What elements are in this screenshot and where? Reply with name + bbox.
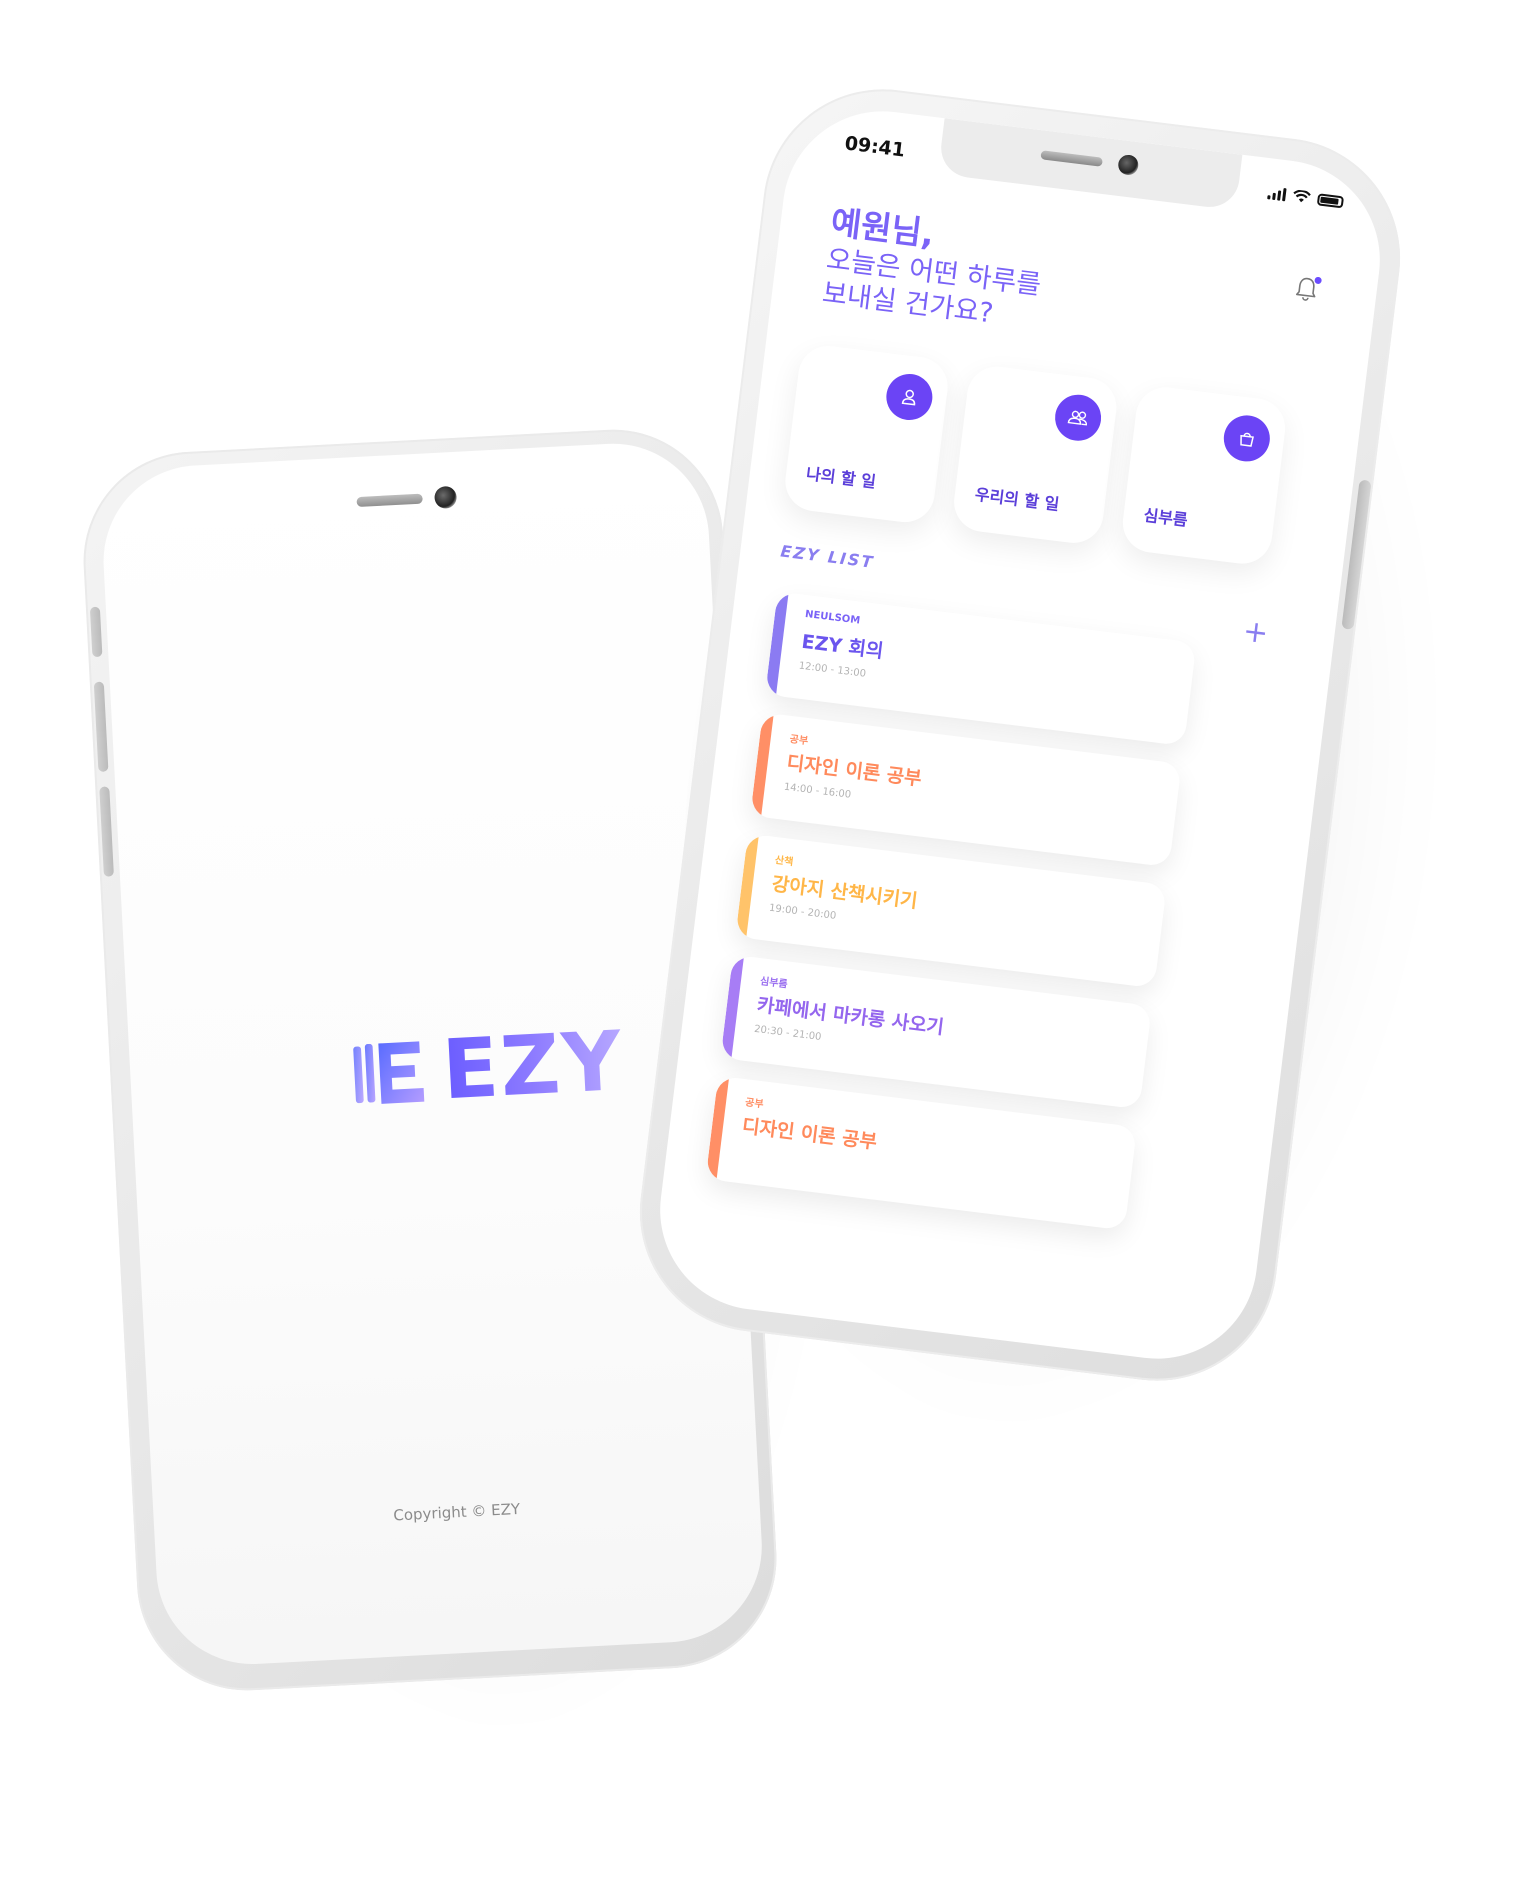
task-time: 20:30 - 21:00: [753, 1023, 822, 1043]
task-time: 19:00 - 20:00: [768, 902, 837, 922]
copyright-text: Copyright © EZY: [392, 1499, 521, 1525]
greeting: 예원님, 오늘은 어떤 하루를 보내실 건가요?: [820, 201, 1048, 336]
category-card-our-tasks[interactable]: 우리의 할 일: [950, 363, 1120, 547]
notch-speaker: [1040, 150, 1103, 167]
add-task-button[interactable]: +: [1241, 614, 1270, 652]
front-camera: [434, 485, 458, 509]
category-card-my-tasks[interactable]: 나의 할 일: [781, 342, 952, 526]
group-icon: [1052, 392, 1104, 444]
status-time: 09:41: [843, 132, 907, 162]
ezy-logo: EZY: [348, 1013, 626, 1123]
task-color-bar: [765, 591, 789, 696]
category-label: 나의 할 일: [805, 464, 877, 492]
task-time: 12:00 - 13:00: [798, 660, 867, 680]
task-category: 공부: [789, 734, 809, 748]
category-label: 심부름: [1142, 505, 1189, 530]
task-category: 산책: [774, 855, 794, 869]
task-category: NEULSOM: [804, 608, 861, 627]
task-title: EZY 회의: [800, 630, 885, 663]
notification-button[interactable]: [1293, 274, 1323, 305]
mockup-stage: EZY Copyright © EZY 09:41 예원님, 오늘은 어떤 하루…: [0, 0, 1532, 1884]
battery-icon: [1316, 192, 1345, 208]
wifi-icon: [1293, 189, 1311, 203]
task-color-bar: [720, 954, 745, 1060]
task-category: 공부: [744, 1097, 765, 1111]
task-color-bar: [705, 1075, 730, 1181]
notch-camera: [1117, 153, 1140, 177]
earpiece-speaker: [356, 493, 423, 508]
task-color-bar: [750, 712, 774, 818]
task-category: 심부름: [759, 976, 789, 991]
ezy-logo-mark-icon: [353, 1040, 425, 1104]
cellular-signal-icon: [1267, 186, 1287, 202]
ezy-logo-text: EZY: [440, 1013, 626, 1119]
notification-dot: [1314, 276, 1323, 285]
ezy-list-title: EZY LIST: [779, 541, 876, 572]
bag-icon: [1221, 412, 1273, 465]
task-color-bar: [735, 833, 759, 939]
person-icon: [883, 371, 935, 423]
task-time: 14:00 - 16:00: [783, 781, 852, 801]
status-icons: [1267, 186, 1345, 208]
category-card-errands[interactable]: 심부름: [1119, 383, 1289, 568]
task-title: 디자인 이론 공부: [740, 1115, 879, 1154]
category-label: 우리의 할 일: [973, 484, 1061, 514]
